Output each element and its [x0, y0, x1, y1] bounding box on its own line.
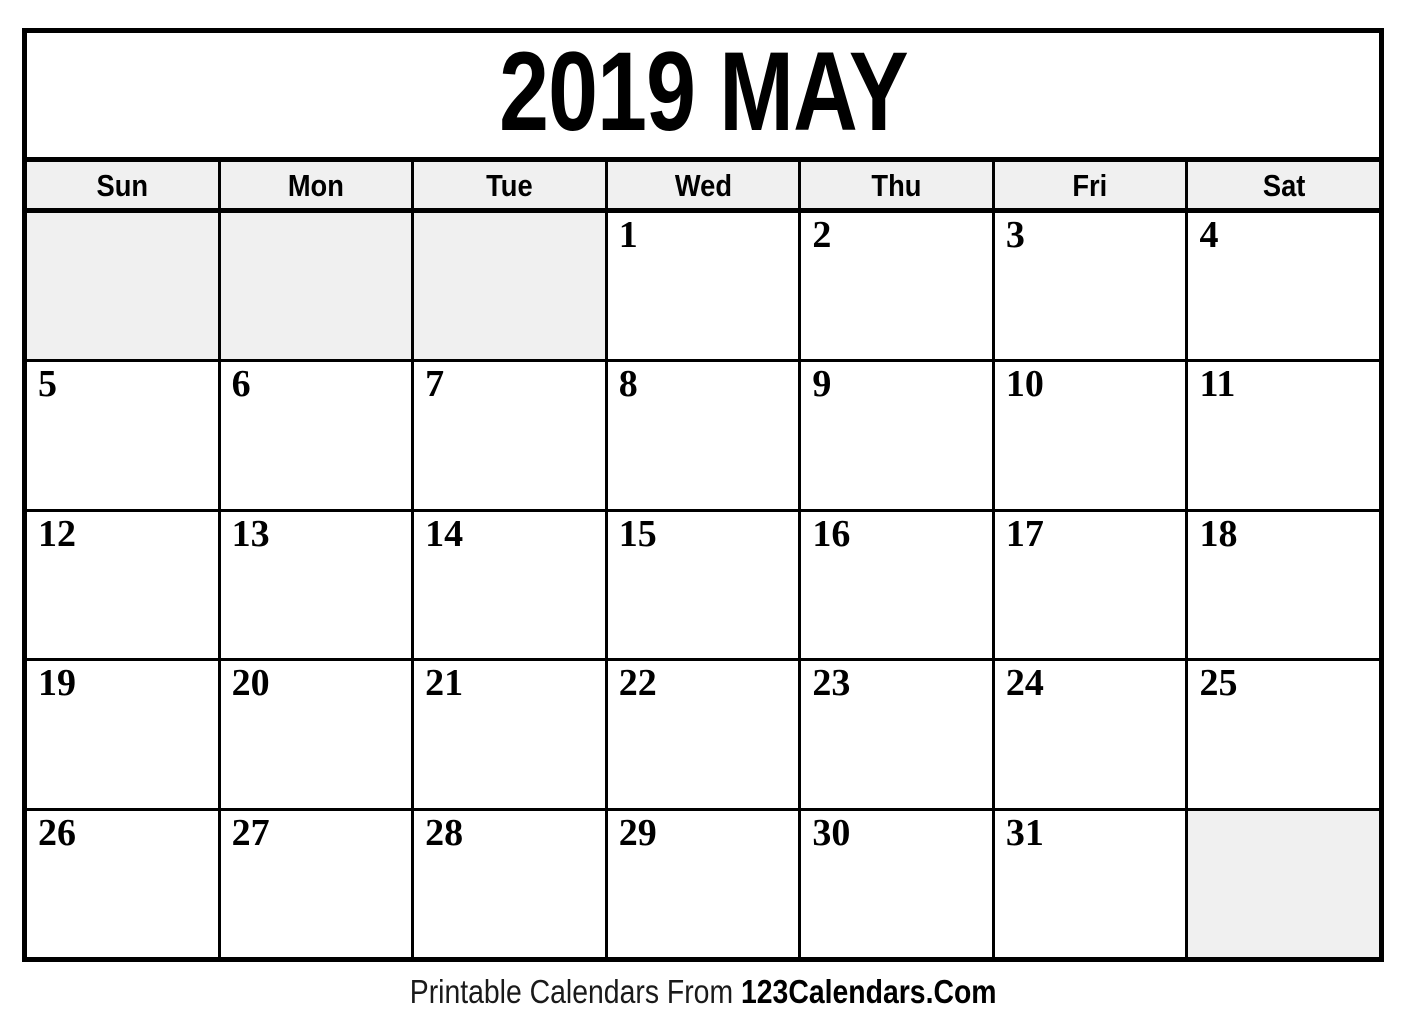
page-title: 2019 MAY	[498, 29, 908, 154]
day-cell[interactable]: 28	[414, 810, 608, 958]
weekday-label: Fri	[1072, 167, 1108, 203]
day-number: 27	[231, 811, 270, 854]
day-number: 7	[425, 363, 445, 406]
day-cell[interactable]: 2	[801, 213, 995, 360]
day-number: 11	[1199, 363, 1236, 406]
day-cell[interactable]: 3	[994, 213, 1189, 360]
week-row: 1 2 3 4	[27, 213, 1380, 363]
day-number: 9	[812, 363, 832, 406]
weekday-header-sat: Sat	[1188, 162, 1380, 208]
day-cell[interactable]: 25	[1188, 661, 1380, 808]
day-cell[interactable]: 26	[27, 810, 221, 958]
day-number: 23	[812, 662, 851, 705]
day-cell[interactable]: 10	[994, 362, 1189, 509]
footer-prefix-label: Printable Calendars From	[409, 973, 741, 1010]
weekday-header-mon: Mon	[220, 162, 415, 208]
day-number: 16	[812, 512, 851, 555]
weekday-header-wed: Wed	[607, 162, 802, 208]
day-number: 20	[231, 662, 270, 705]
day-cell[interactable]: 7	[414, 362, 608, 509]
day-cell[interactable]: 20	[220, 661, 415, 808]
day-cell[interactable]: 5	[27, 362, 221, 509]
day-cell[interactable]: 24	[994, 661, 1189, 808]
day-cell[interactable]: 16	[801, 511, 995, 659]
week-row: 5 6 7 8 9 10 11	[27, 362, 1380, 512]
weekday-header-fri: Fri	[994, 162, 1189, 208]
day-cell[interactable]: 15	[607, 511, 802, 659]
day-number: 15	[618, 512, 657, 555]
day-number: 31	[1005, 811, 1044, 854]
weekday-header-sun: Sun	[27, 162, 221, 208]
day-number: 28	[425, 811, 464, 854]
day-cell[interactable]: 19	[27, 661, 221, 808]
day-number: 2	[812, 214, 832, 256]
day-cell[interactable]: 18	[1188, 511, 1380, 659]
day-cell[interactable]: 31	[994, 810, 1189, 958]
day-cell[interactable]: 4	[1188, 213, 1380, 360]
calendar-title-band: 2019 MAY	[27, 33, 1379, 162]
day-number: 1	[618, 214, 638, 256]
week-row: 26 27 28 29 30 31	[27, 810, 1380, 958]
day-cell-blank[interactable]	[27, 213, 221, 360]
day-cell[interactable]: 14	[414, 511, 608, 659]
weekday-label: Mon	[287, 167, 344, 203]
day-number: 30	[812, 811, 851, 854]
day-cell[interactable]: 23	[801, 661, 995, 808]
day-number: 24	[1005, 662, 1044, 705]
day-number: 18	[1199, 512, 1238, 555]
day-cell[interactable]: 6	[220, 362, 415, 509]
weekday-label: Wed	[674, 167, 732, 203]
footer: Printable Calendars From 123Calendars.Co…	[0, 966, 1406, 1017]
day-cell[interactable]: 1	[607, 213, 802, 360]
day-number: 25	[1199, 662, 1238, 705]
day-cell[interactable]: 8	[607, 362, 802, 509]
day-number: 19	[38, 662, 76, 705]
day-cell[interactable]: 9	[801, 362, 995, 509]
day-cell[interactable]: 29	[607, 810, 802, 958]
day-number: 6	[231, 363, 251, 406]
footer-text: Printable Calendars From 123Calendars.Co…	[410, 975, 997, 1008]
calendar-frame: 2019 MAY Sun Mon Tue Wed Thu Fri Sat 1 2…	[22, 28, 1384, 962]
day-cell[interactable]: 27	[220, 810, 415, 958]
day-number: 5	[38, 363, 57, 406]
day-cell[interactable]: 30	[801, 810, 995, 958]
day-number: 12	[38, 512, 76, 555]
day-cell[interactable]: 22	[607, 661, 802, 808]
weekday-label: Thu	[871, 167, 922, 203]
weekday-header-tue: Tue	[414, 162, 608, 208]
day-cell-blank[interactable]	[414, 213, 608, 360]
day-cell[interactable]: 17	[994, 511, 1189, 659]
weekday-label: Tue	[486, 167, 533, 203]
week-row: 19 20 21 22 23 24 25	[27, 661, 1380, 811]
day-number: 29	[618, 811, 657, 854]
weekday-label: Sat	[1262, 167, 1305, 203]
weekday-header-row: Sun Mon Tue Wed Thu Fri Sat	[27, 162, 1380, 213]
day-number: 3	[1005, 214, 1025, 256]
footer-brand-link[interactable]: 123Calendars.Com	[741, 973, 997, 1010]
day-number: 22	[618, 662, 657, 705]
calendar-grid: 1 2 3 4 5 6 7 8 9 10 11 12 13 14 15 16 1…	[27, 213, 1380, 958]
day-cell-blank[interactable]	[220, 213, 415, 360]
day-number: 17	[1005, 512, 1044, 555]
day-number: 4	[1199, 214, 1219, 256]
calendar-page: 2019 MAY Sun Mon Tue Wed Thu Fri Sat 1 2…	[0, 0, 1406, 1017]
day-number: 14	[425, 512, 464, 555]
weekday-label: Sun	[96, 167, 149, 203]
day-cell-blank[interactable]	[1188, 810, 1380, 958]
day-number: 13	[231, 512, 270, 555]
day-cell[interactable]: 12	[27, 511, 221, 659]
day-number: 21	[425, 662, 464, 705]
day-cell[interactable]: 11	[1188, 362, 1380, 509]
week-row: 12 13 14 15 16 17 18	[27, 511, 1380, 662]
day-number: 10	[1005, 363, 1044, 406]
day-number: 8	[618, 363, 638, 406]
day-cell[interactable]: 21	[414, 661, 608, 808]
day-cell[interactable]: 13	[220, 511, 415, 659]
weekday-header-thu: Thu	[801, 162, 995, 208]
day-number: 26	[38, 811, 76, 854]
